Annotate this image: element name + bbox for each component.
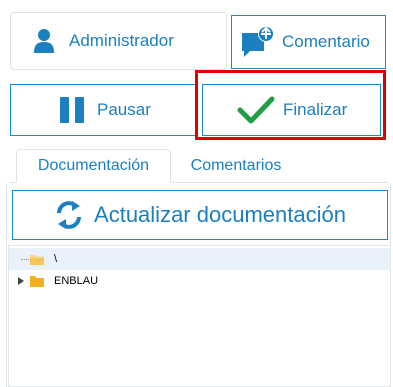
documentation-tree: \ ENBLAU [8, 245, 391, 387]
user-name: Administrador [69, 31, 174, 50]
add-comment-label: Comentario [282, 32, 370, 51]
pause-label: Pausar [97, 100, 151, 119]
tab-bar: Documentación Comentarios [10, 149, 389, 183]
tab-comentarios[interactable]: Comentarios [176, 149, 296, 183]
pause-icon [60, 97, 84, 123]
tree-item-root[interactable]: \ [9, 248, 390, 270]
refresh-icon [57, 201, 82, 229]
expand-arrow-icon[interactable] [17, 277, 25, 285]
finish-button[interactable]: Finalizar [202, 84, 381, 136]
refresh-documentation-label: Actualizar documentación [94, 202, 346, 227]
pause-button[interactable]: Pausar [10, 84, 198, 136]
folder-open-icon [30, 254, 44, 265]
add-comment-button[interactable]: Comentario [231, 15, 386, 69]
tab-documentacion[interactable]: Documentación [16, 149, 171, 183]
tree-connector [21, 258, 29, 260]
finish-label: Finalizar [283, 100, 348, 119]
folder-icon [30, 275, 44, 287]
tree-item-label: \ [54, 253, 58, 265]
refresh-documentation-button[interactable]: Actualizar documentación [12, 190, 388, 240]
user-icon [34, 29, 54, 53]
add-comment-icon [242, 26, 274, 57]
tree-item-label: ENBLAU [54, 275, 99, 287]
tree-item-enblau[interactable]: ENBLAU [9, 270, 390, 292]
user-panel: Administrador [10, 12, 227, 70]
checkmark-icon [237, 96, 275, 124]
